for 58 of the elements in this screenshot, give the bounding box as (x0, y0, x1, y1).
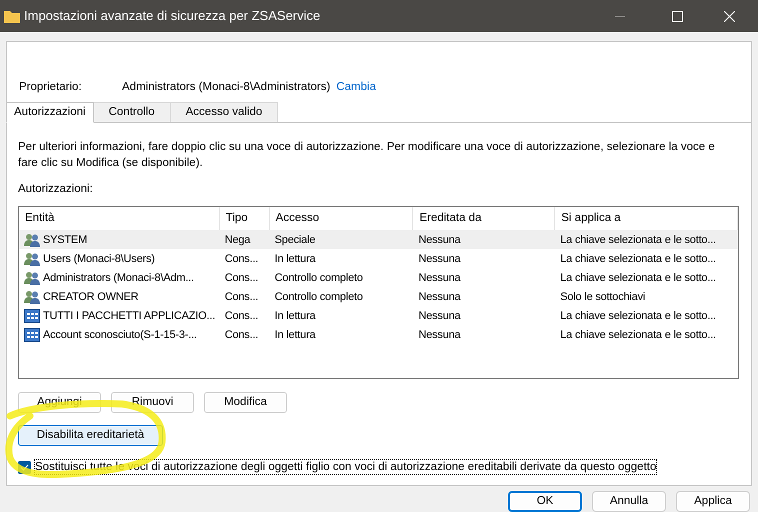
table-cell-text: In lettura (274, 328, 316, 342)
table-cell-text: TUTTI I PACCHETTI APPLICAZIO... (43, 308, 216, 324)
users-icon (24, 270, 40, 285)
table-cell-text: La chiave selezionata e le sotto... (560, 232, 716, 248)
table-cell-text: Speciale (274, 232, 316, 248)
table-cell-text: Cons... (224, 270, 258, 286)
users-icon (24, 252, 40, 266)
table-cell-text: Controllo completo (274, 290, 363, 304)
table-cell-text: Nessuna (418, 308, 460, 324)
table-cell-text: Nessuna (418, 252, 460, 266)
table-cell-text: SYSTEM (43, 232, 88, 248)
table-cell-text: In lettura (274, 308, 316, 324)
permission-row[interactable]: CREATOR OWNER Cons... Controllo completo Nessuna Solo le sottochiavi (19, 287, 738, 306)
action-button[interactable]: Modifica (204, 392, 287, 414)
permissions-label: Autorizzazioni: (18, 182, 94, 197)
app-window-icon (24, 328, 40, 342)
table-cell-text: In lettura (274, 252, 316, 266)
app-window-icon (24, 308, 40, 323)
table-cell-text: La chiave selezionata e le sotto... (560, 328, 716, 342)
dialog-button[interactable]: Applica (676, 491, 750, 512)
folder-icon (4, 10, 20, 22)
table-cell-text: Users (Monaci-8\Users) (43, 252, 155, 266)
table-cell-text: Cons... (224, 328, 258, 342)
users-icon (24, 232, 40, 247)
permission-row[interactable]: Users (Monaci-8\Users) Cons... In lettura Nessuna La chiave selezionata e le sotto... (19, 249, 738, 268)
permission-row[interactable]: TUTTI I PACCHETTI APPLICAZIO... Cons... In lettura Nessuna La chiave selezionata e le sotto... (19, 306, 738, 326)
table-cell-text: Cons... (224, 290, 258, 304)
table-cell-text: La chiave selezionata e le sotto... (560, 252, 716, 266)
window-title: Impostazioni avanzate di sicurezza per ZSAService (24, 7, 320, 26)
tab[interactable]: Accesso valido (170, 102, 278, 122)
table-cell-text: La chiave selezionata e le sotto... (560, 270, 716, 286)
permission-row[interactable]: Account sconosciuto(S-1-15-3-... Cons... In lettura Nessuna La chiave selezionata e le sotto... (19, 325, 738, 344)
close-icon[interactable] (724, 10, 735, 22)
table-cell-text: Nega (224, 232, 250, 248)
table-cell-text: CREATOR OWNER (43, 290, 138, 304)
permission-row[interactable]: Administrators (Monaci-8\Adm... Cons... Controllo completo Nessuna La chiave selezionata e le sotto... (19, 268, 738, 288)
table-cell-text: Nessuna (418, 290, 460, 304)
table-cell-text: Account sconosciuto(S-1-15-3-... (43, 328, 197, 342)
table-cell-text: Cons... (224, 308, 258, 324)
table-cell-text: Nessuna (418, 328, 460, 342)
table-cell-text: Solo le sottochiavi (560, 290, 646, 304)
owner-value: Administrators (Monaci-8\Administrators) (122, 80, 330, 95)
owner-label: Proprietario: (19, 80, 83, 95)
table-cell-text: La chiave selezionata e le sotto... (560, 308, 716, 324)
tab[interactable]: Autorizzazioni (6, 102, 94, 123)
table-cell-text: Administrators (Monaci-8\Adm... (43, 270, 194, 286)
permission-row[interactable]: SYSTEM Nega Speciale Nessuna La chiave selezionata e le sotto... (19, 230, 738, 250)
change-owner-link[interactable]: Cambia (336, 78, 376, 96)
description-text: Per ulteriori informazioni, fare doppio clic su una voce di autorizzazione. Per modificare una voce di autorizzazione, selezionare la voce e fare clic su Modifica (se disponibile). (18, 140, 716, 171)
table-cell-text: Cons... (224, 252, 258, 266)
table-cell-text: Nessuna (418, 232, 460, 248)
table-cell-text: Nessuna (418, 270, 460, 286)
maximize-icon[interactable] (672, 10, 683, 22)
dialog-button[interactable]: Annulla (592, 491, 666, 512)
dialog-button[interactable]: OK (508, 491, 582, 512)
users-icon (24, 290, 40, 304)
table-cell-text: Controllo completo (274, 270, 363, 286)
tab[interactable]: Controllo (92, 102, 171, 122)
